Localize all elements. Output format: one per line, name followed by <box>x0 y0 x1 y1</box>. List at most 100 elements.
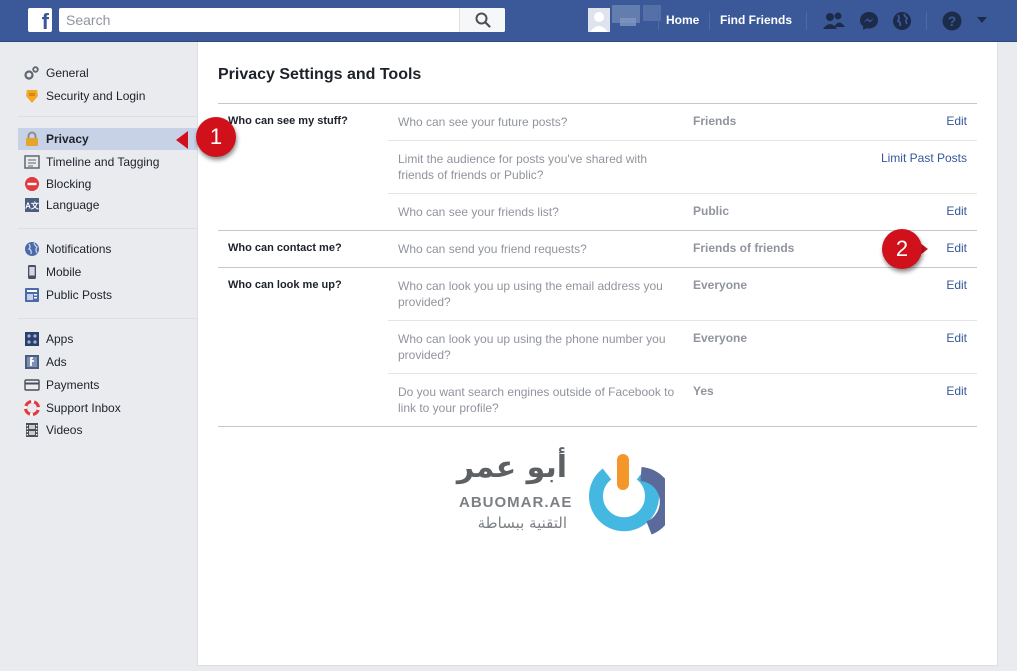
apps-icon <box>25 332 39 346</box>
sidebar-item-ads[interactable]: Ads <box>18 351 198 373</box>
gear-icon <box>24 66 39 80</box>
badge-icon <box>26 90 38 103</box>
search-button[interactable] <box>459 8 505 32</box>
sidebar-item-notifications[interactable]: Notifications <box>18 238 198 260</box>
sidebar-item-label: Language <box>46 198 100 212</box>
sidebar-item-label: Notifications <box>46 242 112 256</box>
edit-future-posts-link[interactable]: Edit <box>946 114 967 128</box>
callout-badge-2: 2 <box>882 229 922 269</box>
edit-phone-lookup-link[interactable]: Edit <box>946 331 967 345</box>
watermark-latin-name: ABUOMAR.AE <box>459 494 573 511</box>
section-title-contact-me: Who can contact me? <box>228 242 342 254</box>
setting-value: Everyone <box>693 278 748 292</box>
nav-divider <box>658 12 659 30</box>
language-icon: A文 <box>25 198 40 212</box>
rss-icon <box>25 288 39 302</box>
sidebar-divider <box>18 116 198 117</box>
setting-question: Limit the audience for posts you've shar… <box>398 152 648 182</box>
sidebar-item-label: Apps <box>46 332 74 346</box>
sidebar-item-blocking[interactable]: Blocking <box>18 173 198 195</box>
sidebar-item-label: Support Inbox <box>46 401 121 415</box>
lock-icon <box>26 131 38 146</box>
nav-divider <box>806 12 807 30</box>
sidebar-item-general[interactable]: General <box>18 62 198 84</box>
row-divider <box>388 140 977 141</box>
notifications-globe-icon[interactable] <box>891 10 913 32</box>
search-input[interactable] <box>59 8 459 32</box>
setting-question: Who can see your friends list? <box>398 205 559 219</box>
section-title-see-my-stuff: Who can see my stuff? <box>228 115 348 127</box>
sidebar-item-label: Blocking <box>46 177 92 191</box>
setting-question: Do you want search engines outside of Fa… <box>398 385 675 415</box>
privacy-settings-panel: Privacy Settings and Tools Who can see m… <box>197 42 998 666</box>
sidebar-item-label: General <box>46 66 89 80</box>
edit-search-engines-link[interactable]: Edit <box>946 384 967 398</box>
power-icon <box>589 454 665 535</box>
sidebar-item-timeline-tagging[interactable]: Timeline and Tagging <box>18 151 198 173</box>
messenger-icon[interactable] <box>858 10 880 32</box>
sidebar-item-language[interactable]: A文 Language <box>18 194 198 216</box>
search-box <box>59 8 505 32</box>
sidebar-item-label: Ads <box>46 355 67 369</box>
profile-name-blurred-2 <box>620 18 636 26</box>
timeline-icon <box>24 155 40 169</box>
block-icon <box>25 177 39 191</box>
svg-text:A文: A文 <box>25 201 40 211</box>
sidebar-item-videos[interactable]: Videos <box>18 419 198 441</box>
watermark-arabic-name: أبو عمر <box>456 450 567 485</box>
ads-icon <box>25 355 39 369</box>
facebook-logo[interactable]: f <box>28 8 52 34</box>
edit-friend-requests-link[interactable]: Edit <box>946 241 967 255</box>
section-divider <box>218 103 977 104</box>
globe-icon <box>25 242 39 256</box>
edit-friends-list-link[interactable]: Edit <box>946 204 967 218</box>
callout-badge-1: 1 <box>196 117 236 157</box>
sidebar-item-label: Mobile <box>46 265 82 279</box>
mobile-icon <box>28 265 36 279</box>
lifebuoy-icon <box>24 400 40 416</box>
nav-divider <box>926 12 927 30</box>
sidebar-item-public-posts[interactable]: Public Posts <box>18 284 198 306</box>
row-divider <box>388 320 977 321</box>
section-divider <box>218 426 977 427</box>
setting-question: Who can look you up using the email addr… <box>398 279 663 309</box>
sidebar-item-payments[interactable]: Payments <box>18 374 198 396</box>
setting-value: Friends of friends <box>693 241 795 255</box>
film-icon <box>26 423 38 437</box>
help-icon[interactable]: ? <box>941 10 963 32</box>
avatar[interactable] <box>588 8 610 32</box>
callout-pointer-1 <box>176 131 188 149</box>
sidebar-item-label: Public Posts <box>46 288 113 302</box>
svg-text:?: ? <box>948 13 957 29</box>
setting-value: Yes <box>693 384 714 398</box>
setting-question: Who can see your future posts? <box>398 115 568 129</box>
page-title: Privacy Settings and Tools <box>218 66 422 83</box>
setting-question: Who can send you friend requests? <box>398 242 587 256</box>
home-link[interactable]: Home <box>666 13 699 27</box>
section-title-look-me-up: Who can look me up? <box>228 279 342 291</box>
watermark-tagline: التقنية ببساطة <box>477 514 567 532</box>
sidebar-item-support-inbox[interactable]: Support Inbox <box>18 397 198 419</box>
sidebar-item-mobile[interactable]: Mobile <box>18 261 198 283</box>
account-menu-caret-icon[interactable] <box>975 14 989 24</box>
setting-value: Friends <box>693 114 737 128</box>
card-icon <box>24 379 40 391</box>
edit-email-lookup-link[interactable]: Edit <box>946 278 967 292</box>
sidebar-item-apps[interactable]: Apps <box>18 328 198 350</box>
sidebar-item-privacy[interactable]: Privacy <box>18 128 198 150</box>
top-bar: f Home Find Friends ? <box>0 0 1017 42</box>
sidebar-item-label: Videos <box>46 423 83 437</box>
section-divider <box>218 230 977 231</box>
friend-requests-icon[interactable] <box>822 10 845 32</box>
search-icon <box>475 12 491 28</box>
setting-question: Who can look you up using the phone numb… <box>398 332 666 362</box>
limit-past-posts-link[interactable]: Limit Past Posts <box>881 151 967 165</box>
setting-value: Public <box>693 204 730 218</box>
sidebar-divider <box>18 318 198 319</box>
section-divider <box>218 267 977 268</box>
find-friends-link[interactable]: Find Friends <box>720 13 792 27</box>
sidebar-item-security[interactable]: Security and Login <box>18 85 198 107</box>
sidebar-divider <box>18 228 198 229</box>
sidebar-item-label: Security and Login <box>46 89 146 103</box>
sidebar-item-label: Privacy <box>46 132 89 146</box>
